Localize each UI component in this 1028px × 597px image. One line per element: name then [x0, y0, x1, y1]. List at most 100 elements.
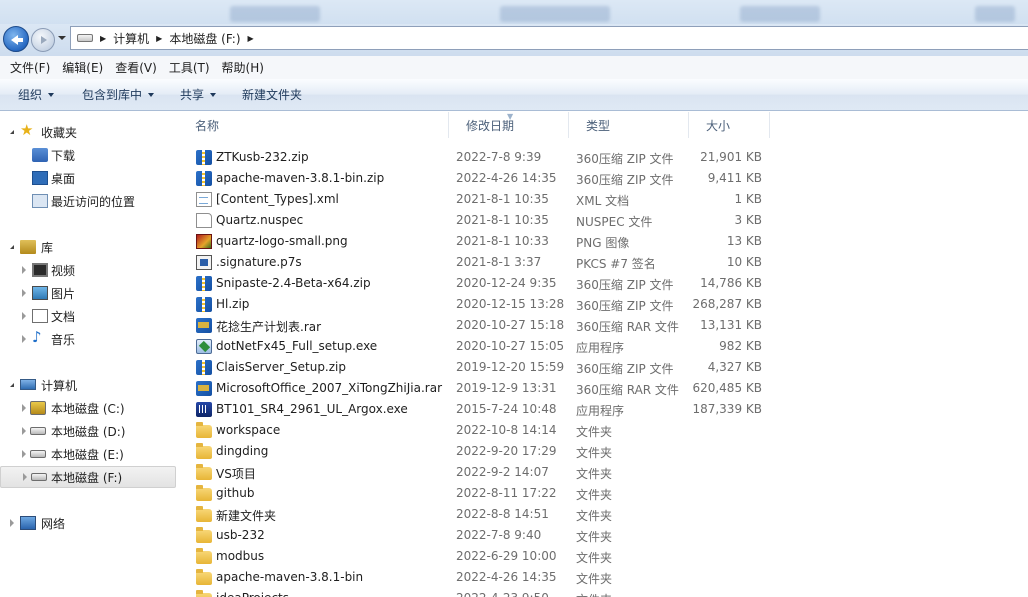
file-row[interactable]: apache-maven-3.8.1-bin.zip 2022-4-26 14:3… — [178, 168, 1028, 189]
folder-icon — [196, 422, 212, 438]
include-in-library-button[interactable]: 包含到库中 — [74, 79, 162, 110]
file-row[interactable]: ZTKusb-232.zip 2022-7-8 9:39 360压缩 ZIP 文件 2… — [178, 147, 1028, 168]
zip-archive-icon — [196, 276, 212, 291]
signature-file-icon — [196, 255, 212, 270]
tree-label: 收藏夹 — [41, 126, 78, 140]
file-row[interactable]: ClaisServer_Setup.zip 2019-12-20 15:59 360… — [178, 357, 1028, 378]
expand-arrow-icon[interactable] — [22, 289, 26, 297]
file-row[interactable]: dingding 2022-9-20 17:29 文件夹 — [178, 441, 1028, 462]
expand-arrow-icon[interactable] — [22, 404, 26, 412]
menu-help[interactable]: 帮助(H) — [216, 59, 270, 76]
blurred-tab — [975, 6, 1015, 22]
tree-item-favorites[interactable]: ★ 收藏夹 — [0, 121, 176, 143]
menu-view[interactable]: 查看(V) — [109, 59, 163, 76]
tree-item-libraries[interactable]: 库 — [0, 236, 176, 258]
file-name: ideaProjects — [216, 591, 289, 597]
tree-item-network[interactable]: 网络 — [0, 512, 176, 534]
back-arrow-icon[interactable] — [3, 26, 29, 52]
tree-item-drive-e[interactable]: 本地磁盘 (E:) — [0, 443, 176, 465]
file-date: 2021-8-1 3:37 — [456, 255, 542, 269]
tree-label: 桌面 — [51, 172, 76, 186]
file-size: 10 KB — [726, 255, 762, 269]
zip-archive-icon — [196, 150, 212, 165]
file-type: 应用程序 — [576, 341, 625, 355]
file-row[interactable]: MicrosoftOffice_2007_XiTongZhiJia.rar 201… — [178, 378, 1028, 399]
expand-arrow-icon[interactable] — [22, 450, 26, 458]
file-date: 2022-8-8 14:51 — [456, 507, 549, 521]
forward-arrow-icon[interactable] — [31, 28, 55, 52]
tree-item-drive-c[interactable]: 本地磁盘 (C:) — [0, 397, 176, 419]
file-row[interactable]: BT101_SR4_2961_UL_Argox.exe 2015-7-24 10:… — [178, 399, 1028, 420]
column-header-size[interactable]: 大小 — [689, 112, 770, 138]
file-size: 3 KB — [734, 213, 762, 227]
expand-arrow-icon[interactable] — [22, 427, 26, 435]
tree-item-computer[interactable]: 计算机 — [0, 374, 176, 396]
expand-arrow-icon[interactable] — [10, 519, 14, 527]
breadcrumb-drive-f[interactable]: 本地磁盘 (F:) — [169, 30, 240, 47]
tree-item-drive-f[interactable]: 本地磁盘 (F:) — [0, 466, 176, 488]
file-row[interactable]: 新建文件夹 2022-8-8 14:51 文件夹 — [178, 504, 1028, 525]
breadcrumb-chevron-icon[interactable]: ▶ — [100, 34, 106, 43]
expand-arrow-icon[interactable] — [10, 130, 14, 134]
tree-item-videos[interactable]: 视频 — [0, 259, 176, 281]
file-row[interactable]: workspace 2022-10-8 14:14 文件夹 — [178, 420, 1028, 441]
chevron-down-icon — [48, 92, 55, 97]
expand-arrow-icon[interactable] — [22, 335, 26, 343]
file-row[interactable]: Quartz.nuspec 2021-8-1 10:35 NUSPEC 文件 3 KB — [178, 210, 1028, 231]
file-row[interactable]: github 2022-8-11 17:22 文件夹 — [178, 483, 1028, 504]
tree-item-music[interactable]: ♪ 音乐 — [0, 328, 176, 350]
address-bar[interactable]: ▶ 计算机 ▶ 本地磁盘 (F:) ▶ — [70, 26, 1028, 50]
menu-tools[interactable]: 工具(T) — [163, 59, 216, 76]
column-header-type[interactable]: 类型 — [569, 112, 689, 138]
tree-item-recent-places[interactable]: 最近访问的位置 — [0, 190, 176, 212]
recent-pages-dropdown-icon[interactable] — [58, 36, 66, 40]
library-icon — [20, 240, 36, 254]
file-row[interactable]: 花捻生产计划表.rar 2020-10-27 15:18 360压缩 RAR 文件 1… — [178, 315, 1028, 336]
breadcrumb-chevron-icon[interactable]: ▶ — [156, 34, 162, 43]
tree-label: 文档 — [51, 310, 76, 324]
file-date: 2022-6-29 10:00 — [456, 549, 557, 563]
file-row[interactable]: Snipaste-2.4-Beta-x64.zip 2020-12-24 9:35… — [178, 273, 1028, 294]
file-date: 2015-7-24 10:48 — [456, 402, 557, 416]
tree-label: 本地磁盘 (F:) — [51, 471, 123, 485]
breadcrumb-chevron-icon[interactable]: ▶ — [248, 34, 254, 43]
expand-arrow-icon[interactable] — [22, 266, 26, 274]
tree-label: 音乐 — [51, 333, 76, 347]
share-button[interactable]: 共享 — [172, 79, 224, 110]
file-row[interactable]: quartz-logo-small.png 2021-8-1 10:33 PNG 图… — [178, 231, 1028, 252]
file-row[interactable]: apache-maven-3.8.1-bin 2022-4-26 14:35 文件夹 — [178, 567, 1028, 588]
menu-edit[interactable]: 编辑(E) — [56, 59, 109, 76]
file-row[interactable]: usb-232 2022-7-8 9:40 文件夹 — [178, 525, 1028, 546]
menu-file[interactable]: 文件(F) — [4, 59, 56, 76]
new-folder-button[interactable]: 新建文件夹 — [234, 79, 310, 110]
file-type: 360压缩 ZIP 文件 — [576, 173, 674, 187]
file-row[interactable]: Hl.zip 2020-12-15 13:28 360压缩 ZIP 文件 268,28… — [178, 294, 1028, 315]
tree-item-drive-d[interactable]: 本地磁盘 (D:) — [0, 420, 176, 442]
breadcrumb-computer[interactable]: 计算机 — [113, 30, 149, 47]
file-row[interactable]: [Content_Types].xml 2021-8-1 10:35 XML 文档 1… — [178, 189, 1028, 210]
file-date: 2022-9-20 17:29 — [456, 444, 557, 458]
organize-button[interactable]: 组织 — [10, 79, 62, 110]
tree-item-desktop[interactable]: 桌面 — [0, 167, 176, 189]
tree-item-pictures[interactable]: 图片 — [0, 282, 176, 304]
file-row[interactable]: modbus 2022-6-29 10:00 文件夹 — [178, 546, 1028, 567]
expand-arrow-icon[interactable] — [23, 473, 27, 481]
file-row[interactable]: ideaProjects 2022-4-23 9:50 文件夹 — [178, 588, 1028, 597]
tree-item-downloads[interactable]: 下载 — [0, 144, 176, 166]
zip-archive-icon — [196, 297, 212, 312]
tree-item-documents[interactable]: 文档 — [0, 305, 176, 327]
file-type: XML 文档 — [576, 194, 630, 208]
expand-arrow-icon[interactable] — [10, 383, 14, 387]
file-type: 文件夹 — [576, 591, 612, 597]
file-size: 187,339 KB — [692, 402, 762, 416]
file-row[interactable]: .signature.p7s 2021-8-1 3:37 PKCS #7 签名 10 … — [178, 252, 1028, 273]
column-header-name[interactable]: 名称 — [178, 112, 449, 138]
expand-arrow-icon[interactable] — [22, 312, 26, 320]
file-row[interactable]: VS项目 2022-9-2 14:07 文件夹 — [178, 462, 1028, 483]
file-type: 360压缩 ZIP 文件 — [576, 299, 674, 313]
drive-icon — [30, 427, 46, 435]
file-name: github — [216, 486, 255, 500]
file-row[interactable]: dotNetFx45_Full_setup.exe 2020-10-27 15:0… — [178, 336, 1028, 357]
expand-arrow-icon[interactable] — [10, 245, 14, 249]
drive-icon — [31, 473, 47, 481]
